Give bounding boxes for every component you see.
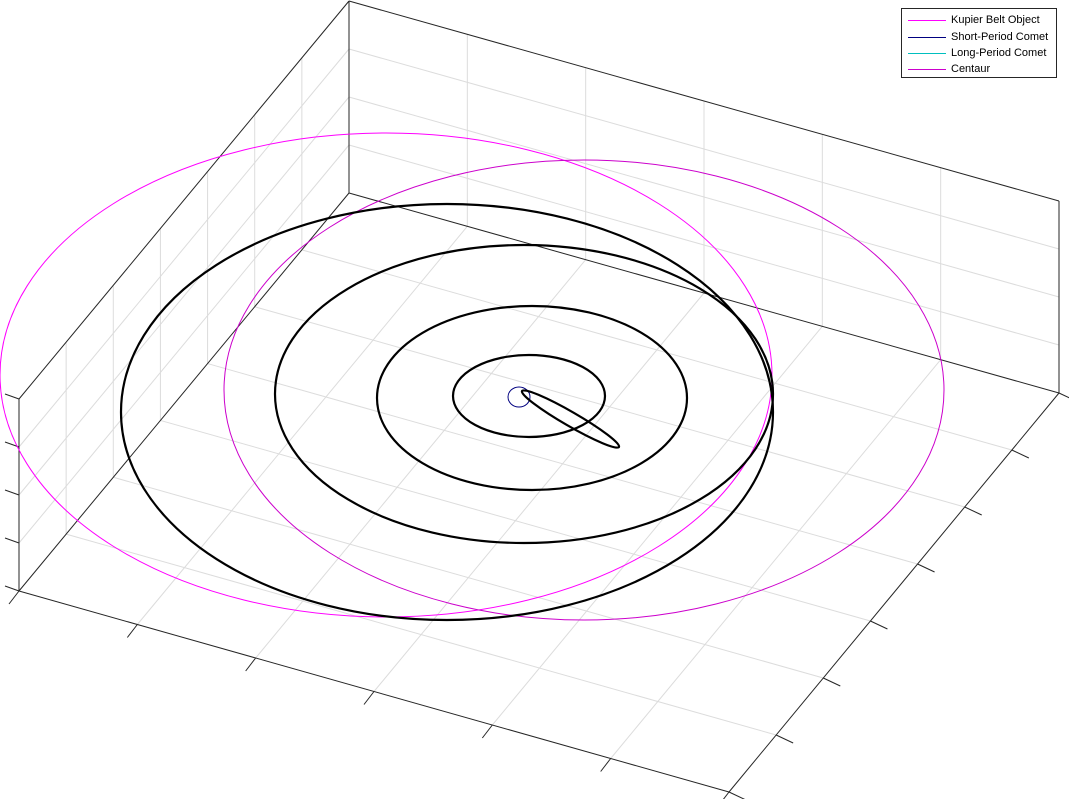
y-axis-tick xyxy=(917,563,935,573)
x-axis-tick xyxy=(481,724,493,739)
left-wall-grid-line xyxy=(18,96,350,496)
grid-lines xyxy=(18,34,1060,759)
orbit-kupier-belt-object xyxy=(0,132,773,618)
legend-label-kuiper: Kupier Belt Object xyxy=(951,14,1040,26)
orbit-eccentric-comet xyxy=(520,389,621,449)
z-axis-tick xyxy=(4,393,20,400)
legend-swatch-centaur xyxy=(908,68,946,70)
z-axis-tick xyxy=(4,537,20,544)
axes-box xyxy=(18,0,1060,793)
legend-item-long-period: Long-Period Comet xyxy=(908,45,1046,61)
y-axis-tick xyxy=(964,506,982,516)
x-axis-tick xyxy=(245,657,257,672)
legend-item-centaur: Centaur xyxy=(908,61,990,77)
y-axis-tick xyxy=(1058,392,1069,399)
legend-label-centaur: Centaur xyxy=(951,63,991,75)
legend-item-short-period: Short-Period Comet xyxy=(908,29,1048,45)
orbit-plot-3d xyxy=(0,0,1069,799)
y-axis-tick xyxy=(823,677,841,687)
left-wall-grid-line xyxy=(18,48,350,448)
y-axis-tick xyxy=(775,734,794,744)
legend-label-short-period: Short-Period Comet xyxy=(951,31,1049,43)
legend: Kupier Belt Object Short-Period Comet Lo… xyxy=(901,8,1057,78)
z-axis-tick xyxy=(4,489,20,496)
orbit-body-4 xyxy=(375,304,689,492)
floor-grid-line xyxy=(373,292,705,692)
x-axis-tick xyxy=(126,624,138,638)
y-axis-tick xyxy=(870,620,888,630)
orbit-body-3 xyxy=(451,353,607,439)
floor-grid-line xyxy=(610,359,942,759)
legend-swatch-kuiper xyxy=(908,19,946,21)
legend-label-long-period: Long-Period Comet xyxy=(951,47,1047,59)
x-axis-tick xyxy=(363,691,375,705)
y-axis-tick xyxy=(728,791,746,799)
x-axis-tick xyxy=(722,791,730,799)
orbit-series xyxy=(0,132,945,622)
axis-edge xyxy=(18,0,350,400)
y-axis-tick xyxy=(1011,449,1030,459)
orbit-body-6 xyxy=(119,202,775,622)
x-axis-tick xyxy=(8,590,20,605)
legend-swatch-short-period xyxy=(908,36,946,38)
legend-item-kuiper: Kupier Belt Object xyxy=(908,12,1040,28)
legend-swatch-long-period xyxy=(908,52,946,54)
z-axis-tick xyxy=(4,585,20,592)
left-wall-grid-line xyxy=(18,144,350,544)
axis-edge xyxy=(728,392,1060,793)
x-axis-tick xyxy=(600,758,612,772)
